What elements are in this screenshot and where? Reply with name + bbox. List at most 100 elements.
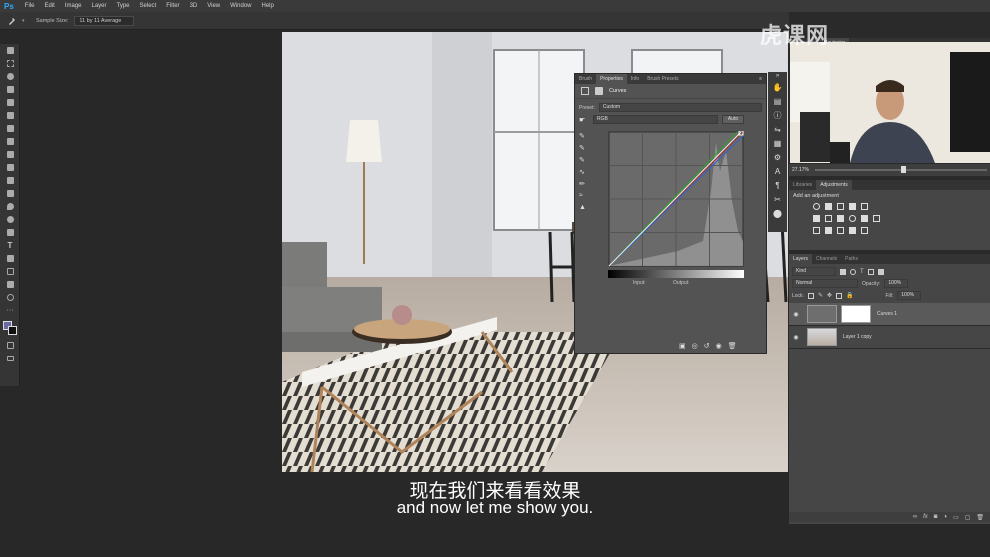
filter-shape-icon[interactable]	[867, 268, 874, 275]
curve-point-icon[interactable]: ∿	[579, 168, 589, 180]
exposure-icon[interactable]	[849, 203, 856, 210]
pen-tool-icon[interactable]	[0, 226, 20, 239]
tab-paths[interactable]: Paths	[841, 254, 862, 264]
info-panel-icon[interactable]: ⓘ	[768, 108, 787, 122]
panel-menu-icon[interactable]: ≡	[759, 76, 766, 82]
brush-tool-icon[interactable]	[0, 135, 20, 148]
history-brush-tool-icon[interactable]	[0, 161, 20, 174]
pencil-draw-icon[interactable]: ✏	[579, 180, 589, 192]
sample-size-select[interactable]: 11 by 11 Average	[74, 15, 135, 26]
black-white-icon[interactable]	[837, 215, 844, 222]
gradient-tool-icon[interactable]	[0, 187, 20, 200]
color-swatches[interactable]	[0, 317, 20, 339]
clip-to-layer-icon[interactable]: ▣	[679, 342, 686, 350]
selective-color-icon[interactable]	[861, 227, 868, 234]
eyedropper-icon[interactable]	[8, 17, 16, 25]
character-panel-icon[interactable]: A	[768, 164, 787, 178]
history-panel-icon[interactable]: ▦	[768, 136, 787, 150]
zoom-tool-icon[interactable]	[0, 291, 20, 304]
color-lookup-icon[interactable]	[873, 215, 880, 222]
tools-panel-icon[interactable]: ✂	[768, 192, 787, 206]
lock-image-icon[interactable]: ✎	[818, 292, 823, 299]
blur-tool-icon[interactable]	[0, 200, 20, 213]
photo-filter-icon[interactable]	[849, 215, 856, 222]
tab-brush[interactable]: Brush	[575, 76, 596, 82]
posterize-icon[interactable]	[825, 227, 832, 234]
collapse-panels-icon[interactable]: »	[768, 72, 787, 80]
adjust-panel-icon[interactable]: ⇋	[768, 122, 787, 136]
lock-position-icon[interactable]: ✥	[827, 292, 832, 299]
brightness-icon[interactable]	[813, 203, 820, 210]
rectangle-tool-icon[interactable]	[0, 265, 20, 278]
type-tool-icon[interactable]: T	[0, 239, 20, 252]
layer-name[interactable]: Layer 1 copy	[843, 334, 872, 340]
vibrance-icon[interactable]	[861, 203, 868, 210]
layer-row-layer1copy[interactable]: ◉ Layer 1 copy	[789, 326, 990, 349]
dodge-tool-icon[interactable]	[0, 213, 20, 226]
visibility-eye-icon[interactable]: ◉	[789, 311, 803, 318]
menu-layer[interactable]: Layer	[87, 3, 112, 9]
filter-smart-icon[interactable]	[877, 268, 884, 275]
fill-field[interactable]: 100%	[897, 291, 922, 300]
channel-select[interactable]: RGB	[593, 115, 718, 124]
chevron-down-icon[interactable]: ▾	[22, 18, 30, 24]
menu-file[interactable]: File	[20, 3, 40, 9]
eraser-tool-icon[interactable]	[0, 174, 20, 187]
menu-window[interactable]: Window	[225, 3, 256, 9]
lock-artboard-icon[interactable]	[836, 292, 843, 299]
stamp-tool-icon[interactable]	[0, 148, 20, 161]
gradient-map-icon[interactable]	[849, 227, 856, 234]
healing-brush-tool-icon[interactable]	[0, 122, 20, 135]
filter-adjustment-icon[interactable]	[850, 268, 856, 275]
hand-tool-icon[interactable]	[0, 278, 20, 291]
quick-mask-icon[interactable]	[0, 339, 20, 352]
tab-libraries[interactable]: Libraries	[789, 180, 816, 190]
menu-view[interactable]: View	[202, 3, 225, 9]
path-select-tool-icon[interactable]	[0, 252, 20, 265]
swatches-panel-icon[interactable]: ⚙	[768, 150, 787, 164]
more-tools-icon[interactable]: ···	[0, 304, 20, 317]
layer-name[interactable]: Curves 1	[877, 311, 897, 317]
delete-icon[interactable]: 🗑	[728, 342, 737, 350]
move-tool-icon[interactable]	[0, 44, 20, 57]
marquee-tool-icon[interactable]	[0, 57, 20, 70]
properties-panel-icon[interactable]: ▤	[768, 94, 787, 108]
menu-3d[interactable]: 3D	[185, 3, 203, 9]
tab-adjustments[interactable]: Adjustments	[816, 180, 852, 190]
menu-type[interactable]: Type	[112, 3, 135, 9]
blend-mode-select[interactable]: Normal	[792, 279, 858, 288]
curves-graph[interactable]	[608, 131, 744, 267]
visibility-eye-icon[interactable]: ◉	[789, 334, 803, 341]
menu-edit[interactable]: Edit	[39, 3, 59, 9]
layer-mask-thumbnail[interactable]	[841, 305, 871, 323]
color-balance-icon[interactable]	[825, 215, 832, 222]
curves-icon[interactable]	[837, 203, 844, 210]
visibility-icon[interactable]: ◉	[716, 342, 722, 350]
tab-layers[interactable]: Layers	[789, 254, 813, 264]
white-point-eyedropper-icon[interactable]: ✎	[579, 156, 589, 168]
lasso-tool-icon[interactable]	[0, 70, 20, 83]
clipping-warning-icon[interactable]: ▲	[579, 204, 589, 216]
eyedropper-tool-icon[interactable]	[0, 109, 20, 122]
quick-select-tool-icon[interactable]	[0, 83, 20, 96]
view-previous-icon[interactable]: ◎	[692, 342, 698, 350]
lock-pixels-icon[interactable]	[807, 292, 814, 299]
auto-button[interactable]: Auto	[722, 115, 744, 124]
layer-row-curves[interactable]: ◉ Curves 1	[789, 303, 990, 326]
layer-mask-icon[interactable]	[595, 87, 603, 95]
channel-mixer-icon[interactable]	[861, 215, 868, 222]
tab-info[interactable]: Info	[627, 76, 643, 82]
tab-properties[interactable]: Properties	[596, 74, 627, 84]
brush-panel-icon[interactable]: ✋	[768, 80, 787, 94]
crop-tool-icon[interactable]	[0, 96, 20, 109]
menu-help[interactable]: Help	[256, 3, 278, 9]
preset-select[interactable]: Custom	[598, 103, 762, 112]
target-adjust-icon[interactable]: ☛	[579, 116, 589, 124]
black-point-eyedropper-icon[interactable]: ✎	[579, 132, 589, 144]
screen-mode-icon[interactable]	[0, 352, 20, 365]
reset-icon[interactable]: ↺	[704, 342, 710, 350]
levels-icon[interactable]	[825, 203, 832, 210]
opacity-field[interactable]: 100%	[884, 279, 909, 288]
menu-select[interactable]: Select	[135, 3, 162, 9]
layer-filter-select[interactable]: Kind	[792, 267, 836, 276]
